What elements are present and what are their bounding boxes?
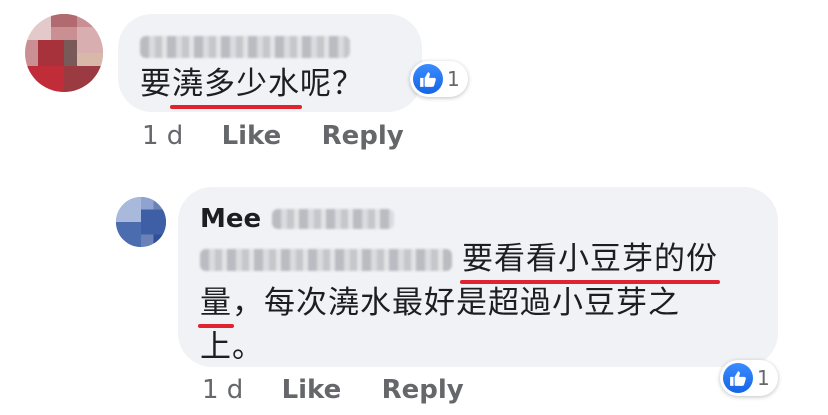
- thumbs-up-icon: [413, 64, 443, 94]
- pixelated-avatar-image: [25, 14, 103, 92]
- reply-button[interactable]: Reply: [322, 121, 404, 151]
- reaction-count: 1: [757, 366, 770, 390]
- underlined-text: 要看看小豆芽的份: [460, 237, 720, 284]
- commenter-avatar[interactable]: [25, 14, 103, 92]
- underlined-text: 澆多少水: [170, 62, 302, 109]
- replier-avatar[interactable]: [116, 197, 166, 247]
- reply-actions: 1 d Like Reply: [202, 375, 464, 405]
- like-button[interactable]: Like: [222, 121, 282, 151]
- pixelated-avatar-image: [116, 197, 166, 247]
- reaction-count: 1: [447, 67, 460, 91]
- comment-actions: 1 d Like Reply: [142, 121, 404, 151]
- underlined-text: 量: [198, 281, 234, 328]
- thumbs-up-icon: [723, 363, 753, 393]
- reply-button[interactable]: Reply: [382, 375, 464, 405]
- redacted-mention: [200, 249, 452, 271]
- redacted-author-surname: [272, 209, 394, 229]
- reply-text-line2: 量，每次澆水最好是超過小豆芽之: [198, 281, 680, 328]
- reply-text-line3: 上。: [200, 329, 264, 365]
- redacted-author-name: [140, 36, 350, 58]
- reply-text-line1: 要看看小豆芽的份: [460, 237, 720, 284]
- reply-author-name[interactable]: Mee: [200, 204, 261, 234]
- timestamp[interactable]: 1 d: [142, 121, 183, 151]
- comment-bubble: 要澆多少水呢？: [118, 14, 422, 112]
- reply-bubble: Mee 要看看小豆芽的份 量，每次澆水最好是超過小豆芽之 上。: [178, 187, 778, 367]
- comment-text: 要澆多少水呢？: [140, 62, 364, 109]
- timestamp[interactable]: 1 d: [202, 375, 243, 405]
- reaction-badge[interactable]: 1: [410, 61, 468, 97]
- like-button[interactable]: Like: [282, 375, 342, 405]
- reaction-badge[interactable]: 1: [720, 360, 778, 396]
